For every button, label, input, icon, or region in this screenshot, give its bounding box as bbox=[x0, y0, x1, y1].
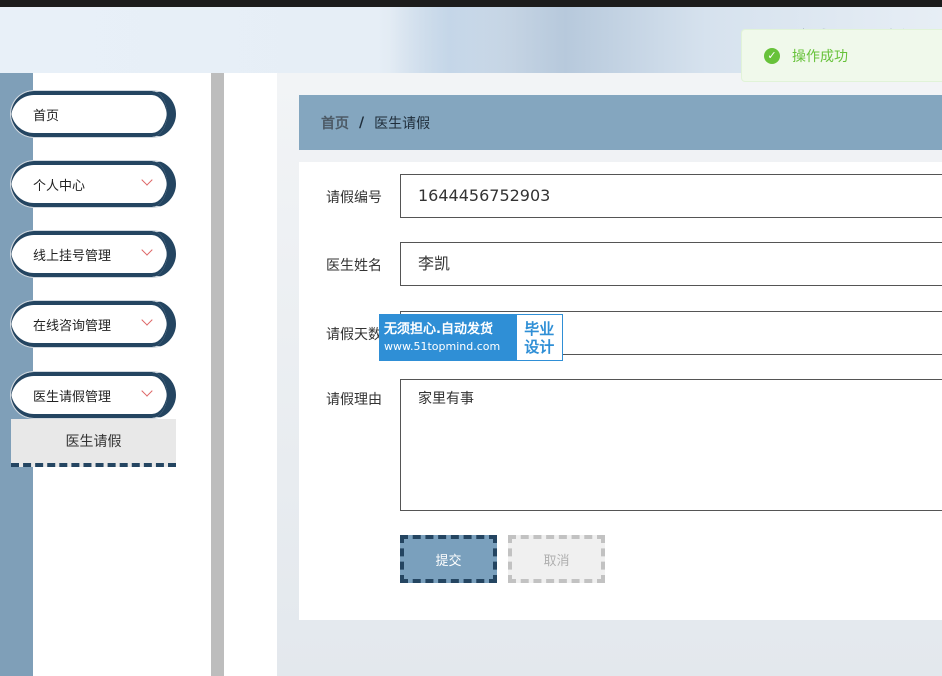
doctor-name-label: 医生姓名 bbox=[326, 258, 382, 274]
watermark-badge: 毕业 设计 bbox=[514, 315, 562, 360]
watermark-badge-top: 毕业 bbox=[524, 319, 555, 338]
sidebar-item-personal-center[interactable]: 个人中心 bbox=[10, 160, 176, 208]
toast-message: 操作成功 bbox=[792, 48, 848, 65]
sidebar-item-label: 首页 bbox=[33, 108, 60, 124]
sidebar-subitem-label: 医生请假 bbox=[65, 434, 122, 450]
chevron-down-icon bbox=[141, 244, 153, 256]
leave-days-label: 请假天数 bbox=[326, 327, 382, 343]
watermark-text: 无须担心.自动发货 www.51topmind.com bbox=[380, 315, 515, 360]
chevron-down-icon bbox=[141, 174, 153, 186]
cancel-button[interactable]: 取消 bbox=[508, 535, 605, 583]
sidebar-item-label: 医生请假管理 bbox=[33, 389, 112, 405]
sidebar-divider bbox=[211, 73, 224, 676]
breadcrumb-current: 医生请假 bbox=[374, 115, 431, 132]
check-circle-icon: ✓ bbox=[764, 47, 780, 64]
chevron-down-icon bbox=[141, 385, 153, 397]
sidebar-item-label: 在线咨询管理 bbox=[33, 318, 112, 334]
success-toast: ✓ 操作成功 bbox=[741, 29, 942, 82]
leave-no-label: 请假编号 bbox=[326, 190, 382, 206]
breadcrumb: 首页 / 医生请假 bbox=[299, 95, 942, 150]
leave-no-field[interactable]: 1644456752903 bbox=[400, 174, 942, 218]
sidebar-item-registration-management[interactable]: 线上挂号管理 bbox=[10, 230, 176, 278]
sidebar-item-home[interactable]: 首页 bbox=[10, 90, 176, 138]
sidebar-subitem-doctor-leave[interactable]: 医生请假 bbox=[11, 419, 176, 467]
sidebar-item-consultation-management[interactable]: 在线咨询管理 bbox=[10, 300, 176, 348]
watermark-badge-bottom: 设计 bbox=[524, 337, 555, 356]
chevron-down-icon bbox=[141, 314, 153, 326]
leave-reason-label: 请假理由 bbox=[326, 392, 382, 408]
sidebar-item-leave-management[interactable]: 医生请假管理 bbox=[10, 371, 176, 419]
watermark-overlay: 无须担心.自动发货 www.51topmind.com 毕业 设计 bbox=[379, 314, 563, 361]
breadcrumb-home[interactable]: 首页 bbox=[321, 113, 349, 133]
submit-button[interactable]: 提交 bbox=[400, 535, 497, 583]
header-decoration bbox=[390, 7, 510, 73]
sidebar-item-label: 线上挂号管理 bbox=[33, 248, 112, 264]
doctor-name-field[interactable]: 李凯 bbox=[400, 242, 942, 286]
watermark-line2: www.51topmind.com bbox=[384, 340, 501, 353]
content-gutter bbox=[224, 73, 277, 676]
top-border bbox=[0, 0, 942, 7]
watermark-line1: 无须担心.自动发货 bbox=[384, 322, 493, 337]
sidebar-item-label: 个人中心 bbox=[33, 178, 86, 194]
breadcrumb-separator: / bbox=[359, 114, 365, 131]
leave-reason-textarea[interactable]: 家里有事 bbox=[400, 379, 942, 511]
